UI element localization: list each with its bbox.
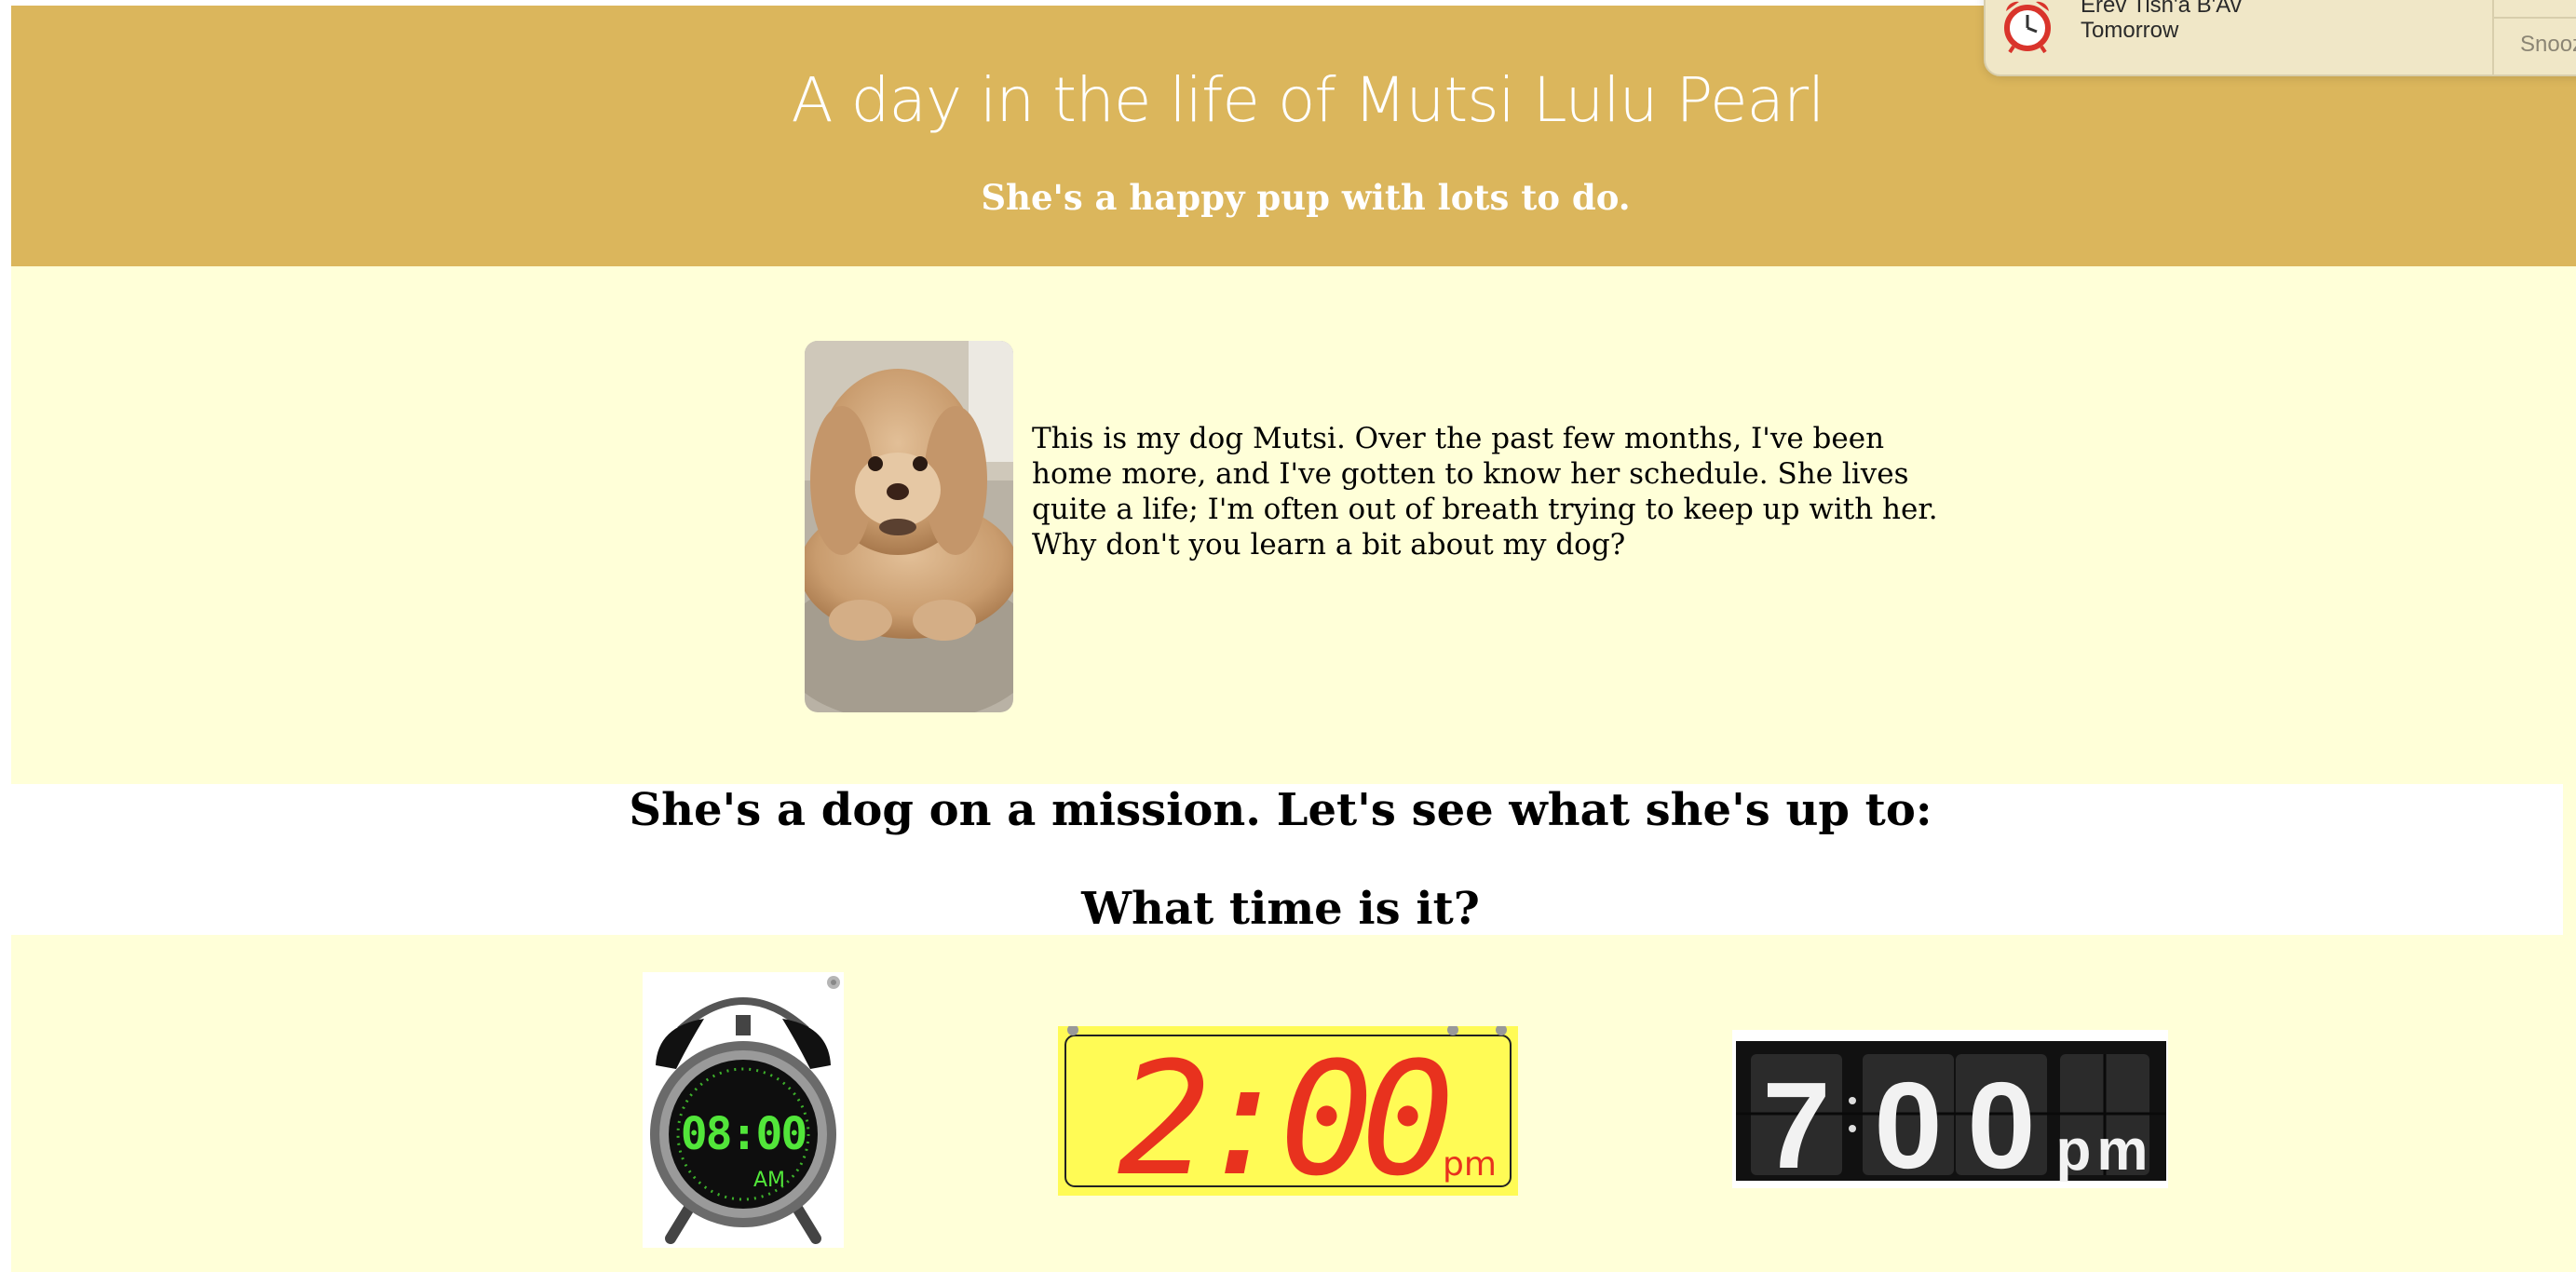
digital-clock-meridiem: pm — [1443, 1145, 1497, 1184]
snooze-button[interactable]: Snooze — [2520, 32, 2576, 58]
notification-divider — [2492, 0, 2494, 74]
mission-heading: She's a dog on a mission. Let's see what… — [629, 784, 1932, 836]
alarm-clock-meridiem: AM — [753, 1169, 785, 1192]
notification-time: Tomorrow — [2081, 18, 2179, 43]
digital-clock-image: 2:00 pm — [1058, 1024, 1518, 1211]
calendar-notification[interactable]: Erev Tish'a B'Av Tomorrow Snooze — [1984, 0, 2576, 76]
flip-clock-meridiem: pm — [2056, 1118, 2154, 1183]
alarm-clock-image: 08:00 AM — [643, 972, 844, 1248]
time-question-heading: What time is it? — [1081, 883, 1480, 935]
page: A day in the life of Mutsi Lulu Pearl Sh… — [0, 0, 2576, 1272]
notification-title: Erev Tish'a B'Av — [2081, 0, 2242, 18]
intro-text: This is my dog Mutsi. Over the past few … — [1032, 421, 1963, 562]
notification-divider — [2494, 17, 2576, 19]
flip-clock-minute-tens: 0 — [1874, 1057, 1942, 1188]
alarm-clock-icon — [2004, 1, 2051, 54]
flip-clock-hour: 7 — [1762, 1057, 1830, 1188]
intro-paragraph: This is my dog Mutsi. Over the past few … — [1032, 422, 1938, 526]
digital-clock-time: 2:00 — [1118, 1028, 1448, 1196]
dog-photo — [805, 341, 1013, 712]
window-left-edge — [0, 0, 11, 1272]
alarm-clock-time: 08:00 — [681, 1108, 807, 1160]
flip-clock-minute-ones: 0 — [1967, 1057, 2035, 1188]
site-subtitle: She's a happy pup with lots to do. — [981, 177, 1631, 218]
flip-clock-image: 7 0 0 pm — [1732, 1030, 2168, 1194]
intro-question: Why don't you learn a bit about my dog? — [1032, 528, 1626, 562]
